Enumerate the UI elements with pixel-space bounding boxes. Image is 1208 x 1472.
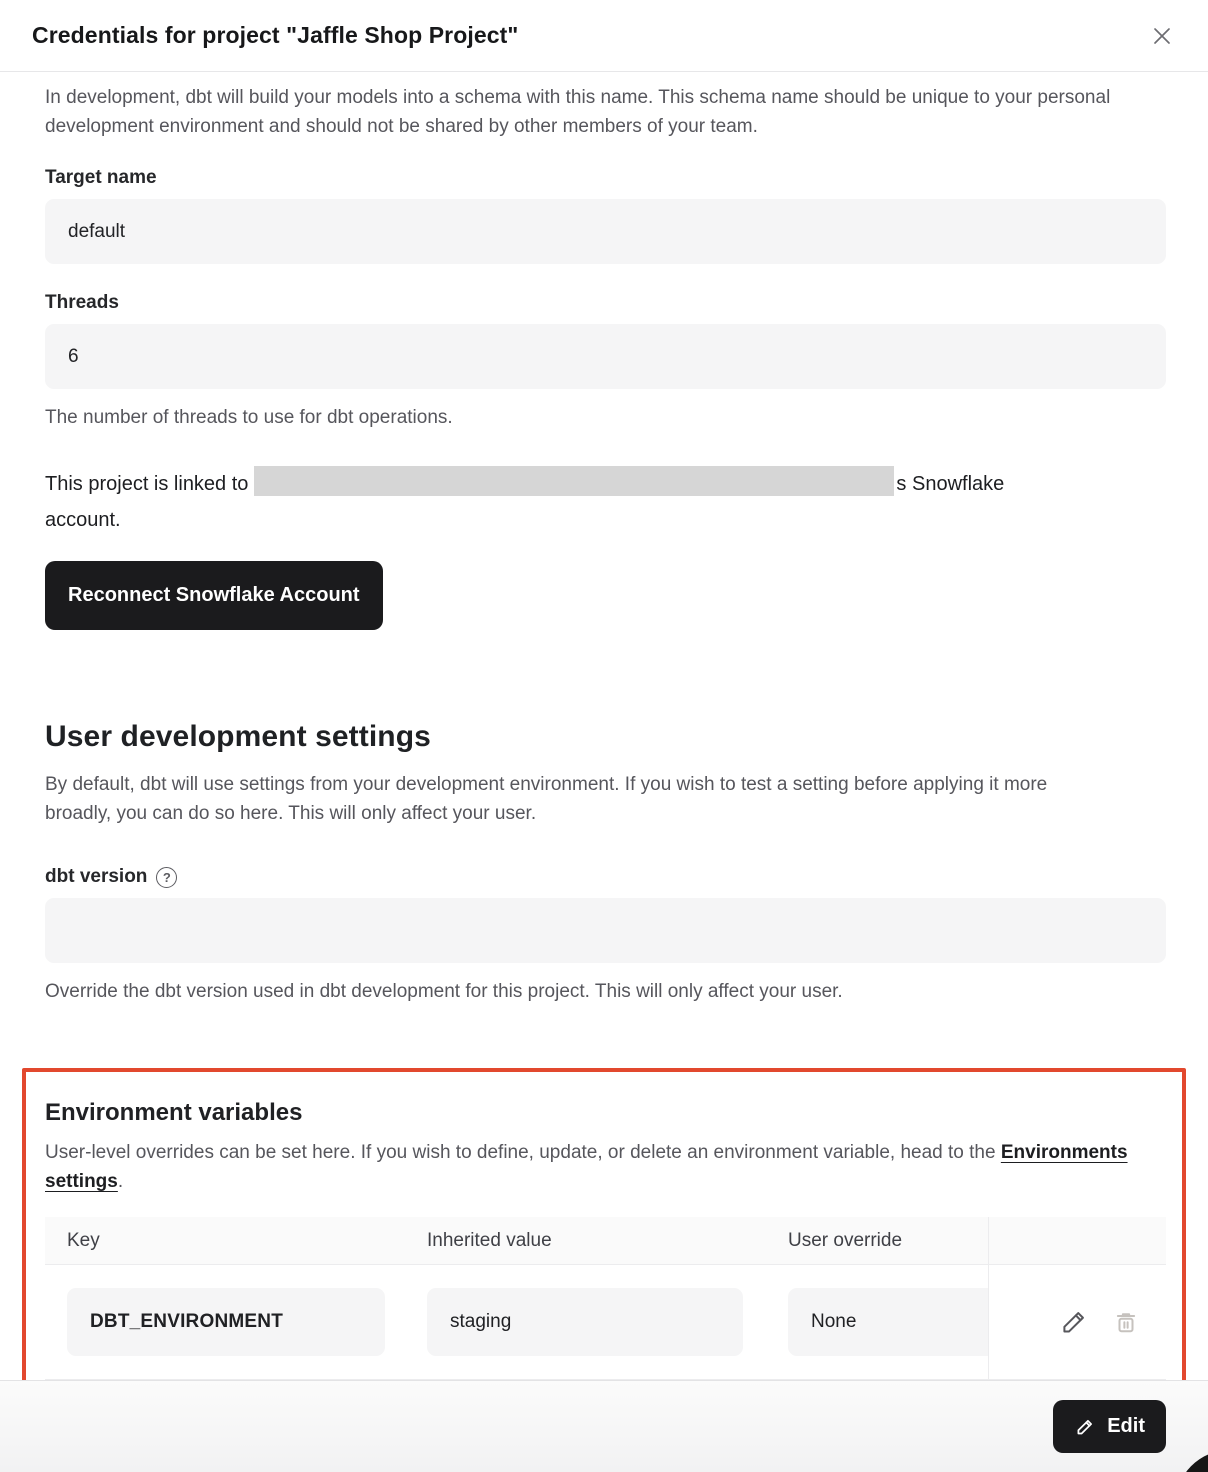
linked-account-text: This project is linked tos Snowflake acc… [45,466,1166,538]
close-icon [1149,23,1175,49]
credentials-modal: Credentials for project "Jaffle Shop Pro… [0,0,1208,1409]
column-header-key: Key [45,1217,405,1265]
pencil-icon [1058,1306,1090,1338]
redacted-account-name [254,466,894,496]
page-title: Credentials for project "Jaffle Shop Pro… [32,22,518,49]
table-row-override-cell: None [766,1265,988,1380]
env-var-inherited-value: staging [427,1288,743,1356]
column-header-user-override: User override [766,1217,988,1265]
environment-variables-table: Key Inherited value User override DBT_EN… [45,1217,1166,1380]
edit-variable-button[interactable] [1058,1306,1090,1338]
trash-icon [1111,1307,1141,1337]
target-name-input[interactable] [45,199,1166,264]
schema-description: In development, dbt will build your mode… [45,83,1163,141]
column-header-actions [988,1217,1166,1265]
column-header-inherited-value: Inherited value [405,1217,766,1265]
dbt-version-input[interactable] [45,898,1166,963]
target-name-label: Target name [45,167,1166,189]
threads-input[interactable] [45,324,1166,389]
delete-variable-button[interactable] [1111,1307,1141,1337]
dbt-version-help-text: Override the dbt version used in dbt dev… [45,977,1166,1006]
table-row-actions-cell [988,1265,1166,1380]
table-row-key-cell: DBT_ENVIRONMENT [45,1265,405,1380]
help-icon[interactable]: ? [156,867,177,888]
reconnect-snowflake-button[interactable]: Reconnect Snowflake Account [45,561,383,630]
dbt-version-label: dbt version [45,866,147,888]
modal-footer: Edit [0,1380,1208,1472]
user-dev-settings-description: By default, dbt will use settings from y… [45,770,1105,828]
edit-button[interactable]: Edit [1053,1400,1166,1453]
table-row-inherited-cell: staging [405,1265,766,1380]
environment-variables-description: User-level overrides can be set here. If… [45,1138,1160,1196]
environment-variables-highlight-box: Environment variables User-level overrid… [22,1068,1186,1409]
environment-variables-heading: Environment variables [45,1099,1166,1127]
user-dev-settings-heading: User development settings [45,720,1166,754]
modal-header: Credentials for project "Jaffle Shop Pro… [0,0,1208,72]
threads-help-text: The number of threads to use for dbt ope… [45,403,1166,432]
env-var-user-override: None [788,1288,988,1356]
modal-body: In development, dbt will build your mode… [0,72,1208,1409]
threads-label: Threads [45,292,1166,314]
env-var-key: DBT_ENVIRONMENT [67,1288,385,1356]
edit-button-label: Edit [1107,1415,1145,1438]
close-button[interactable] [1146,20,1178,52]
edit-pencil-icon [1074,1416,1096,1438]
